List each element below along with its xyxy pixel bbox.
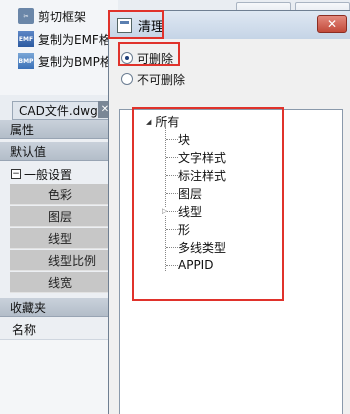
highlight-radio-frame <box>118 42 180 66</box>
property-row-linetype[interactable]: 线型 <box>10 228 112 249</box>
copy-as-bmp-label: 复制为BMP格 <box>38 54 112 69</box>
collapse-icon[interactable]: − <box>11 169 21 179</box>
cut-frame-icon: ✂ <box>18 8 34 24</box>
emf-icon: EMF <box>18 31 34 47</box>
bmp-icon: BMP <box>18 53 34 69</box>
general-settings-group[interactable]: − 一般设置 <box>0 164 112 184</box>
radio-non-purgeable-label: 不可删除 <box>137 72 186 87</box>
highlight-title-frame <box>108 10 164 39</box>
radio-non-purgeable[interactable]: 不可删除 <box>121 69 185 89</box>
clipboard-ribbon: ✂ 剪切框架 EMF 复制为EMF格 BMP 复制为BMP格 <box>0 0 118 95</box>
defaults-header: 默认值 <box>0 142 112 161</box>
favorites-header: 收藏夹 <box>0 298 112 317</box>
properties-header: 属性 <box>0 120 112 139</box>
copy-as-bmp-button[interactable]: BMP 复制为BMP格 <box>18 51 112 71</box>
property-row-lineweight[interactable]: 线宽 <box>10 272 112 293</box>
radio-unselected-icon[interactable] <box>121 73 133 85</box>
property-row-color[interactable]: 色彩 <box>10 184 112 205</box>
cut-frame-button[interactable]: ✂ 剪切框架 <box>18 6 86 26</box>
property-row-layer[interactable]: 图层 <box>10 206 112 227</box>
close-icon[interactable]: ✕ <box>317 15 347 33</box>
properties-blank-area <box>0 339 112 414</box>
document-tab[interactable]: CAD文件.dwg <box>12 101 110 120</box>
property-row-linetype-scale[interactable]: 线型比例 <box>10 250 112 271</box>
cut-frame-label: 剪切框架 <box>38 9 87 24</box>
document-tab-label: CAD文件.dwg <box>19 104 98 118</box>
group-label: 一般设置 <box>24 167 73 182</box>
name-label: 名称 <box>0 319 112 339</box>
copy-as-emf-label: 复制为EMF格 <box>38 32 111 47</box>
highlight-tree-frame <box>132 107 284 301</box>
copy-as-emf-button[interactable]: EMF 复制为EMF格 <box>18 29 111 49</box>
